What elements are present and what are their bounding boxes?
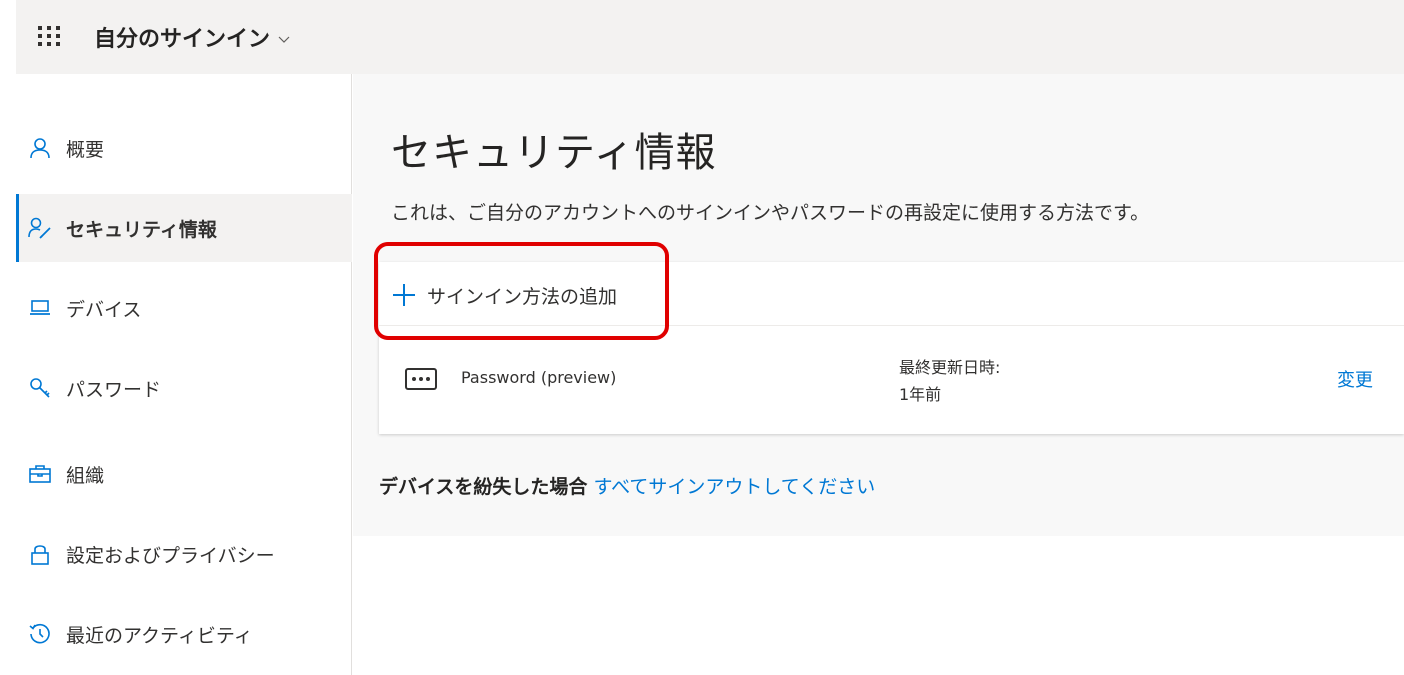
sidebar-item-security-info[interactable]: セキュリティ情報: [16, 194, 352, 262]
history-icon: [28, 622, 52, 646]
briefcase-icon: [28, 462, 52, 486]
method-row-password: Password (preview) 最終更新日時: 1年前 変更: [379, 326, 1404, 434]
chevron-down-icon: [278, 36, 290, 43]
method-name: Password (preview): [461, 368, 617, 387]
password-dots-icon: [405, 368, 437, 390]
change-password-link[interactable]: 変更: [1337, 366, 1373, 392]
lost-device-label: デバイスを紛失した場合: [379, 476, 588, 498]
last-updated-value: 1年前: [899, 385, 942, 404]
waffle-icon[interactable]: [38, 26, 64, 48]
person-icon: [28, 136, 52, 160]
sidebar-item-label: セキュリティ情報: [66, 218, 217, 241]
laptop-icon: [28, 296, 52, 320]
sidebar-item-label: デバイス: [66, 298, 142, 321]
sidebar-item-label: 概要: [66, 138, 105, 161]
plus-icon: [393, 284, 415, 306]
app-title: 自分のサインイン: [94, 27, 271, 52]
sidebar-item-password[interactable]: パスワード: [16, 354, 352, 422]
sign-out-everywhere-link[interactable]: すべてサインアウトしてください: [593, 476, 875, 498]
top-bar: 自分のサインイン: [16, 0, 1404, 74]
main-content: セキュリティ情報 これは、ご自分のアカウントへのサインインやパスワードの再設定に…: [353, 74, 1404, 536]
add-method-label: サインイン方法の追加: [427, 285, 618, 308]
key-icon: [28, 376, 52, 400]
security-methods-card: サインイン方法の追加 Password (preview) 最終更新日時: 1年…: [379, 262, 1404, 434]
lost-device-row: デバイスを紛失した場合 すべてサインアウトしてください: [379, 472, 875, 499]
sidebar-item-label: 設定およびプライバシー: [66, 544, 275, 567]
sidebar-item-organization[interactable]: 組織: [16, 440, 352, 508]
sidebar-item-label: 組織: [66, 464, 105, 487]
last-updated-label: 最終更新日時:: [899, 358, 1001, 377]
security-info-icon: [28, 216, 52, 240]
sidebar-item-settings-privacy[interactable]: 設定およびプライバシー: [16, 520, 352, 588]
sidebar: 概要 セキュリティ情報 デバイス パスワード 組織 設定およびプライバシー 最近…: [16, 74, 352, 675]
sidebar-item-overview[interactable]: 概要: [16, 114, 352, 182]
sidebar-item-label: 最近のアクティビティ: [66, 624, 253, 647]
page-description: これは、ご自分のアカウントへのサインインやパスワードの再設定に使用する方法です。: [391, 202, 1150, 224]
app-title-dropdown[interactable]: 自分のサインイン: [94, 21, 290, 53]
lock-icon: [28, 542, 52, 566]
add-sign-in-method-button[interactable]: サインイン方法の追加: [393, 276, 617, 314]
sidebar-item-devices[interactable]: デバイス: [16, 274, 352, 342]
page-title: セキュリティ情報: [391, 130, 717, 176]
sidebar-item-recent-activity[interactable]: 最近のアクティビティ: [16, 600, 352, 668]
sidebar-item-label: パスワード: [66, 378, 162, 401]
add-method-row: サインイン方法の追加: [379, 262, 1404, 326]
